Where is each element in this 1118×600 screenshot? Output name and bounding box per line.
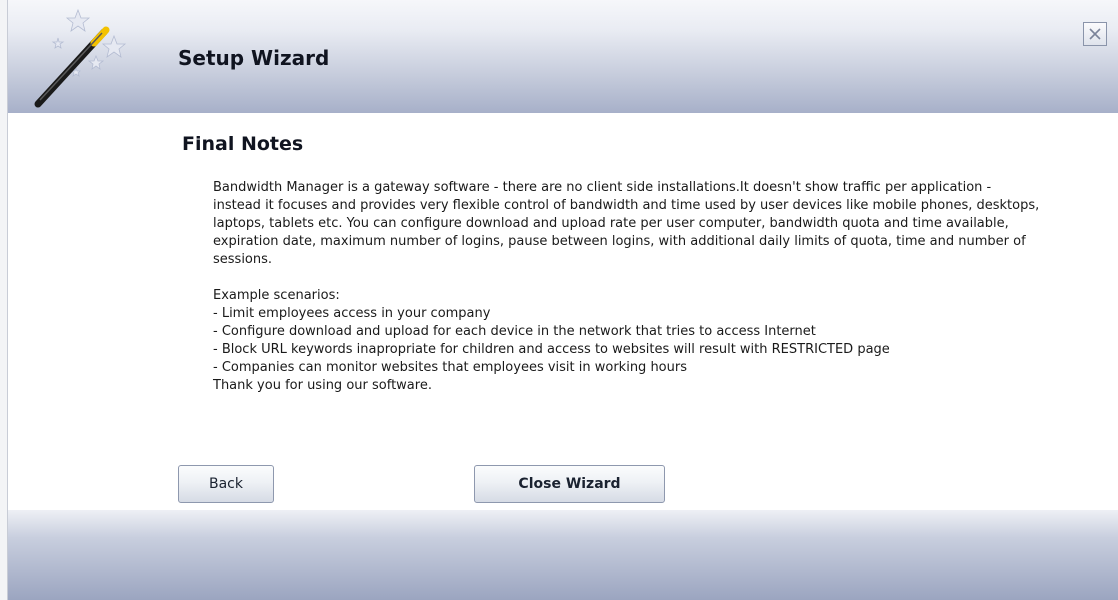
description-paragraph: Bandwidth Manager is a gateway software … (213, 180, 1040, 267)
magic-wand-icon (34, 8, 127, 108)
wizard-content: Final Notes Bandwidth Manager is a gatew… (8, 113, 1118, 510)
wizard-header: Setup Wizard (8, 0, 1118, 113)
scenario-item: - Block URL keywords inapropriate for ch… (213, 342, 890, 357)
scenario-item: - Configure download and upload for each… (213, 324, 816, 339)
close-wizard-button[interactable]: Close Wizard (474, 465, 665, 503)
final-notes-text: Bandwidth Manager is a gateway software … (213, 179, 1043, 395)
wizard-title: Setup Wizard (178, 46, 330, 70)
scenario-item: - Limit employees access in your company (213, 306, 491, 321)
scenario-item: - Companies can monitor websites that em… (213, 360, 687, 375)
close-x-icon[interactable] (1083, 22, 1107, 46)
thank-you-text: Thank you for using our software. (213, 378, 432, 393)
wizard-footer (8, 510, 1118, 600)
back-button[interactable]: Back (178, 465, 274, 503)
page-title: Final Notes (182, 133, 304, 155)
scenarios-heading: Example scenarios: (213, 288, 340, 303)
setup-wizard-window: Setup Wizard Final Notes Bandwidth Manag… (8, 0, 1118, 600)
